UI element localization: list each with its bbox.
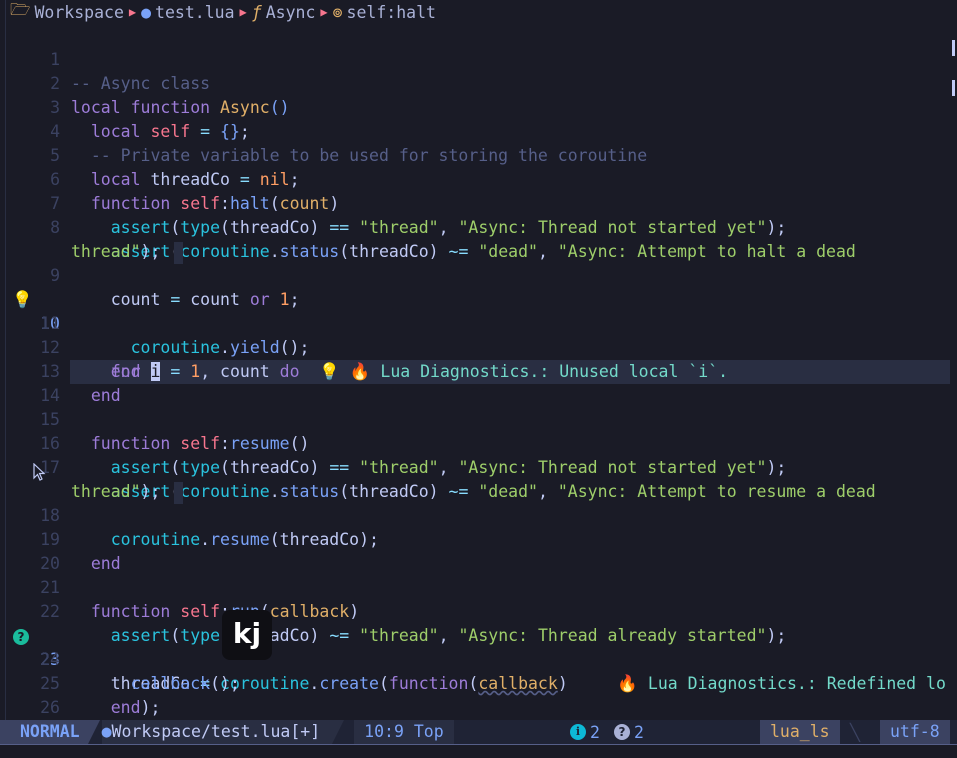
function-icon: ƒ <box>251 2 262 22</box>
breadcrumb-workspace[interactable]: Workspace <box>34 3 123 22</box>
command-line[interactable] <box>0 744 957 758</box>
folder-icon: 🗁 <box>10 0 31 19</box>
code-line[interactable]: 22 assert(type(threadCo) ~= "thread", "A… <box>0 576 952 645</box>
code-line[interactable]: 5 local threadCo = nil; <box>0 120 952 189</box>
code-line[interactable]: 15 function self:resume() <box>0 384 952 453</box>
question-icon: ? <box>613 724 630 740</box>
code-line[interactable]: 18 coroutine.resume(threadCo); <box>0 480 952 549</box>
winbar-breadcrumb: 🗁 Workspace ▶ ● test.lua ▶ ƒ Async ▶ ⊚ s… <box>0 0 957 24</box>
code-line[interactable]: 27 end <box>0 696 952 720</box>
diagnostic-counts[interactable]: i 2 ? 2 <box>570 723 644 742</box>
lua-file-icon: ● <box>101 722 112 741</box>
code-line-current[interactable]: 💡 10 for i = 1, count do 💡 🔥 Lua Diagnos… <box>0 264 952 384</box>
code-line[interactable]: 9 count = count or 1; <box>0 240 952 309</box>
scrollbar-mark <box>952 80 955 96</box>
code-line[interactable]: 20 <box>0 528 952 573</box>
statusline-file[interactable]: ●Workspace/test.lua[+] <box>101 720 344 744</box>
separator: ╲ <box>850 722 860 742</box>
code-line[interactable]: 7 assert(type(threadCo) == "thread", "As… <box>0 168 952 237</box>
code-line[interactable]: 21 function self:run(callback) <box>0 552 952 621</box>
code-line[interactable]: 11 coroutine.yield(); <box>0 288 952 357</box>
lsp-client[interactable]: lua_ls <box>760 720 840 744</box>
chevron-right-icon: ▶ <box>128 5 137 19</box>
mode-indicator: NORMAL <box>0 720 100 744</box>
code-line[interactable]: 25 end); <box>0 648 952 717</box>
code-line[interactable]: 13 end <box>0 336 952 405</box>
code-line[interactable]: 26 coroutine.resume(threadCo, callback); <box>0 672 952 717</box>
code-line[interactable]: 16 assert(type(threadCo) == "thread", "A… <box>0 408 952 477</box>
hint-count: 2 <box>633 722 644 742</box>
code-line-wrap[interactable]: thread"); <box>0 456 952 504</box>
statusline: NORMAL ●Workspace/test.lua[+] 10:9 Top i… <box>0 720 957 744</box>
code-line[interactable]: 19 end <box>0 504 952 573</box>
info-count: 2 <box>590 722 600 742</box>
scrollbar-mark <box>952 40 955 56</box>
keystroke-overlay: kj <box>222 610 272 660</box>
code-line[interactable]: 24 callback(); <box>0 624 952 693</box>
method-icon: ⊚ <box>332 2 343 22</box>
breadcrumb-function[interactable]: Async <box>266 3 316 22</box>
lua-file-icon: ● <box>141 2 152 22</box>
code-line[interactable]: 17 assert(coroutine.status(threadCo) ~= … <box>0 432 952 501</box>
code-line[interactable]: 3 local self = {}; <box>0 72 952 141</box>
info-icon: i <box>570 724 586 740</box>
code-line[interactable]: 12 end <box>0 312 952 381</box>
code-line[interactable]: 6 function self:halt(count) <box>0 144 952 213</box>
code-line[interactable]: 4 -- Private variable to be used for sto… <box>0 96 952 165</box>
mouse-pointer-icon <box>33 463 46 481</box>
code-line[interactable]: 1 -- Async class <box>0 24 952 93</box>
breadcrumb-method[interactable]: self:halt <box>347 3 436 22</box>
editor-buffer[interactable]: 1 -- Async class 2 local function Async(… <box>0 24 952 720</box>
code-line[interactable]: 14 <box>0 360 952 405</box>
code-line-wrap[interactable]: thread"); <box>0 216 952 264</box>
cursor-position: 10:9 Top <box>354 720 454 744</box>
breadcrumb-file[interactable]: test.lua <box>155 3 234 22</box>
file-encoding: utf-8 <box>880 720 950 744</box>
chevron-right-icon: ▶ <box>239 5 247 19</box>
chevron-right-icon: ▶ <box>320 5 328 19</box>
code-line[interactable]: ? 23 threadCo = coroutine.create(functio… <box>0 600 952 693</box>
code-line[interactable]: 8 assert(coroutine.status(threadCo) ~= "… <box>0 192 952 261</box>
code-line[interactable]: 2 local function Async() <box>0 48 952 117</box>
